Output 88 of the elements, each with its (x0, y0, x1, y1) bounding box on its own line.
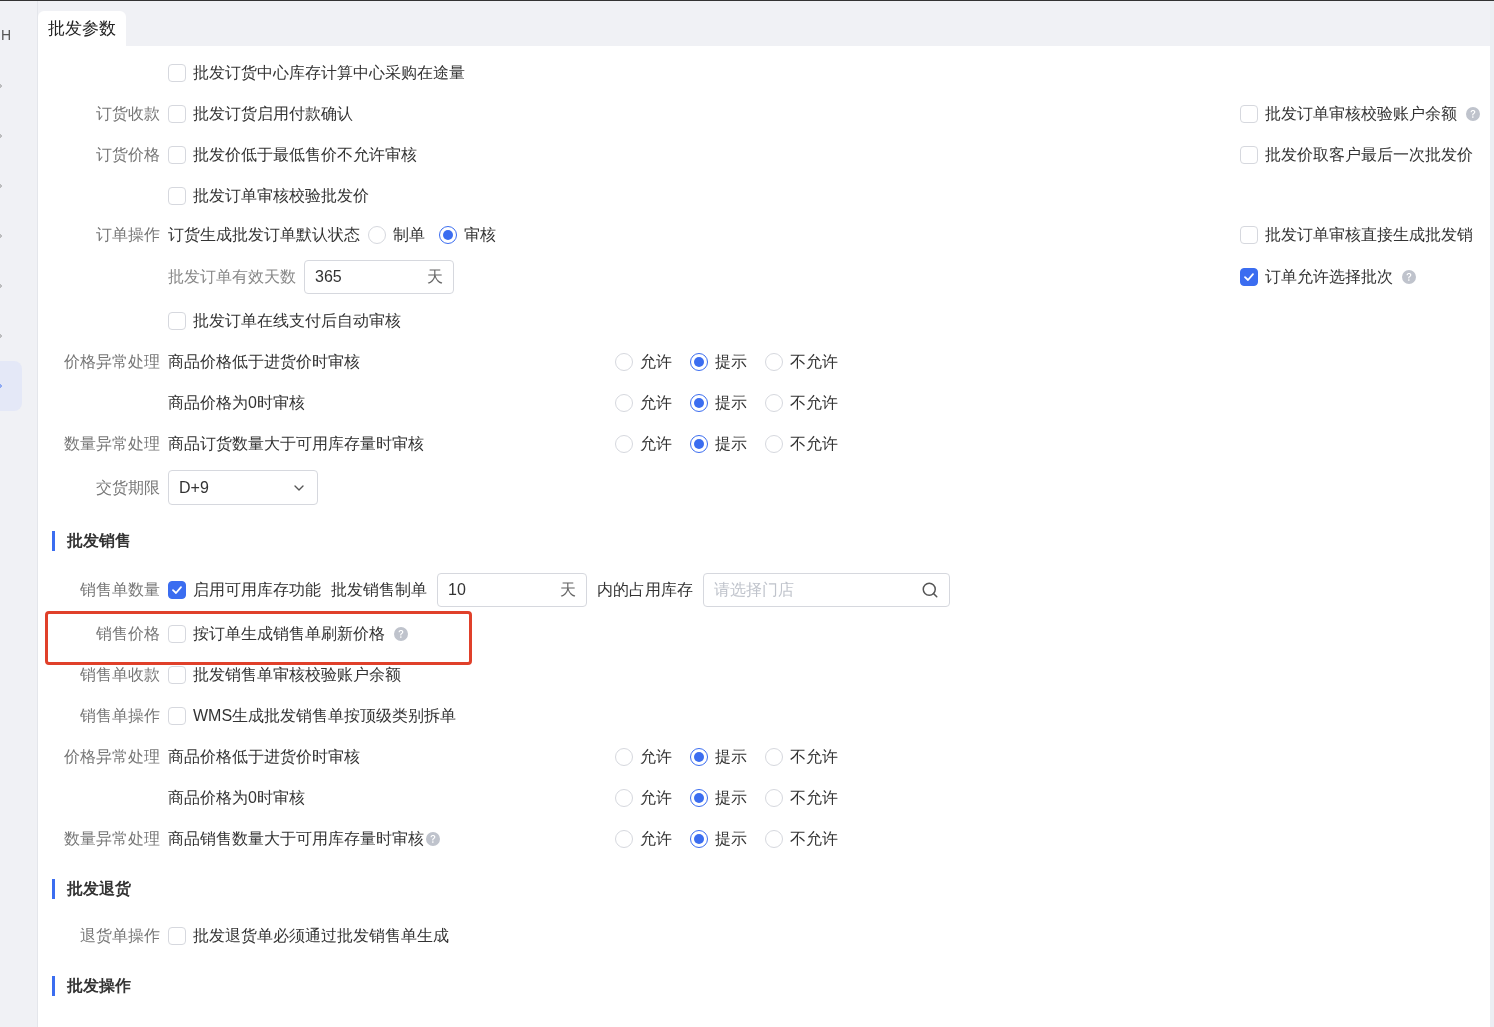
row-label: 销售价格 (96, 624, 160, 642)
input-value: 365 (315, 267, 342, 287)
store-search-field[interactable]: 请选择门店 (703, 573, 950, 607)
radio-label: 提示 (715, 787, 747, 808)
unit-label: 天 (427, 267, 443, 287)
radio-label: 允许 (640, 746, 672, 767)
sidebar-item[interactable] (0, 361, 22, 411)
radio-label: 提示 (715, 351, 747, 372)
radio-label: 制单 (393, 225, 425, 245)
sidebar-heading: H (1, 26, 13, 45)
days-input[interactable]: 365 天 (304, 260, 454, 294)
option-label: 批发价取客户最后一次批发价 (1265, 144, 1473, 165)
setting-text: 商品销售数量大于可用库存量时审核 (168, 828, 424, 849)
row-label: 数量异常处理 (64, 829, 160, 847)
radio-button[interactable] (690, 352, 708, 371)
input-value: 10 (448, 580, 466, 600)
radio-label: 提示 (715, 828, 747, 849)
option-label: 批发订货启用付款确认 (193, 103, 353, 124)
search-icon[interactable] (921, 581, 939, 599)
row-label: 销售单数量 (80, 581, 160, 598)
setting-text: 批发订单有效天数 (168, 267, 296, 287)
radio-button[interactable] (690, 434, 708, 453)
radio-label: 允许 (640, 787, 672, 808)
setting-text: 批发销售制单 (331, 580, 427, 600)
row-label: 退货单操作 (80, 926, 160, 944)
row-label: 价格异常处理 (64, 352, 160, 370)
option-label: 批发订货中心库存计算中心采购在途量 (193, 62, 465, 83)
option-label: 批发订单审核校验账户余额 (1265, 103, 1457, 124)
radio-label: 允许 (640, 828, 672, 849)
days-input[interactable]: 10 天 (437, 573, 587, 607)
option-label: 订单允许选择批次 (1265, 267, 1393, 287)
radio-label: 不允许 (790, 351, 838, 372)
radio-button[interactable] (690, 747, 708, 766)
radio-button[interactable] (439, 226, 457, 244)
option-label: 批发订单审核直接生成批发销 (1265, 225, 1473, 245)
tab[interactable]: 批发参数 (38, 11, 126, 46)
option-label: 启用可用库存功能 (193, 580, 321, 600)
radio-label: 审核 (464, 225, 496, 245)
setting-text: 商品价格低于进货价时审核 (168, 351, 360, 372)
section-heading: 批发操作 (52, 976, 131, 996)
checkbox[interactable] (1240, 268, 1258, 286)
help-icon[interactable] (426, 831, 440, 846)
row-label: 订货收款 (96, 104, 160, 122)
option-label: 批发订单在线支付后自动审核 (193, 310, 401, 331)
check-icon (1243, 271, 1255, 283)
help-icon[interactable] (1466, 106, 1480, 121)
setting-text: 商品价格为0时审核 (168, 787, 305, 808)
radio-label: 提示 (715, 746, 747, 767)
row-label: 交货期限 (96, 478, 160, 496)
setting-text: 商品价格低于进货价时审核 (168, 746, 360, 767)
radio-label: 不允许 (790, 433, 838, 454)
radio-label: 允许 (640, 392, 672, 413)
radio-label: 提示 (715, 433, 747, 454)
radio-label: 不允许 (790, 746, 838, 767)
setting-text: 内的占用库存 (597, 580, 693, 600)
radio-button[interactable] (690, 788, 708, 807)
row-label: 订单操作 (96, 226, 160, 243)
radio-button[interactable] (690, 829, 708, 848)
radio-label: 允许 (640, 433, 672, 454)
radio-label: 允许 (640, 351, 672, 372)
check-icon (171, 584, 183, 596)
option-label: WMS生成批发销售单按顶级类别拆单 (193, 705, 457, 726)
row-label: 价格异常处理 (64, 747, 160, 765)
checkbox[interactable] (168, 581, 186, 599)
radio-label: 提示 (715, 392, 747, 413)
radio-label: 不允许 (790, 828, 838, 849)
row-label: 销售单操作 (80, 706, 160, 724)
setting-text: 订货生成批发订单默认状态 (168, 225, 360, 245)
help-icon[interactable] (1402, 270, 1416, 284)
section-heading: 批发退货 (52, 879, 131, 899)
radio-label: 不允许 (790, 787, 838, 808)
radio-label: 不允许 (790, 392, 838, 413)
option-label: 批发销售单审核校验账户余额 (193, 664, 401, 685)
option-label: 批发订单审核校验批发价 (193, 185, 369, 206)
row-label: 数量异常处理 (64, 434, 160, 452)
store-search-input[interactable]: 请选择门店 (714, 578, 894, 602)
help-icon[interactable] (394, 626, 408, 641)
unit-label: 天 (560, 580, 576, 600)
option-label: 批发退货单必须通过批发销售单生成 (193, 925, 449, 946)
select-field[interactable]: D+9 (168, 470, 318, 505)
row-label: 销售单收款 (80, 665, 160, 683)
section-heading: 批发销售 (52, 531, 131, 551)
option-label: 按订单生成销售单刷新价格 (193, 623, 385, 644)
radio-button[interactable] (690, 393, 708, 412)
setting-text: 商品价格为0时审核 (168, 392, 305, 413)
option-label: 批发价低于最低售价不允许审核 (193, 144, 417, 165)
row-label: 订货价格 (96, 145, 160, 163)
setting-text: 商品订货数量大于可用库存量时审核 (168, 433, 424, 454)
